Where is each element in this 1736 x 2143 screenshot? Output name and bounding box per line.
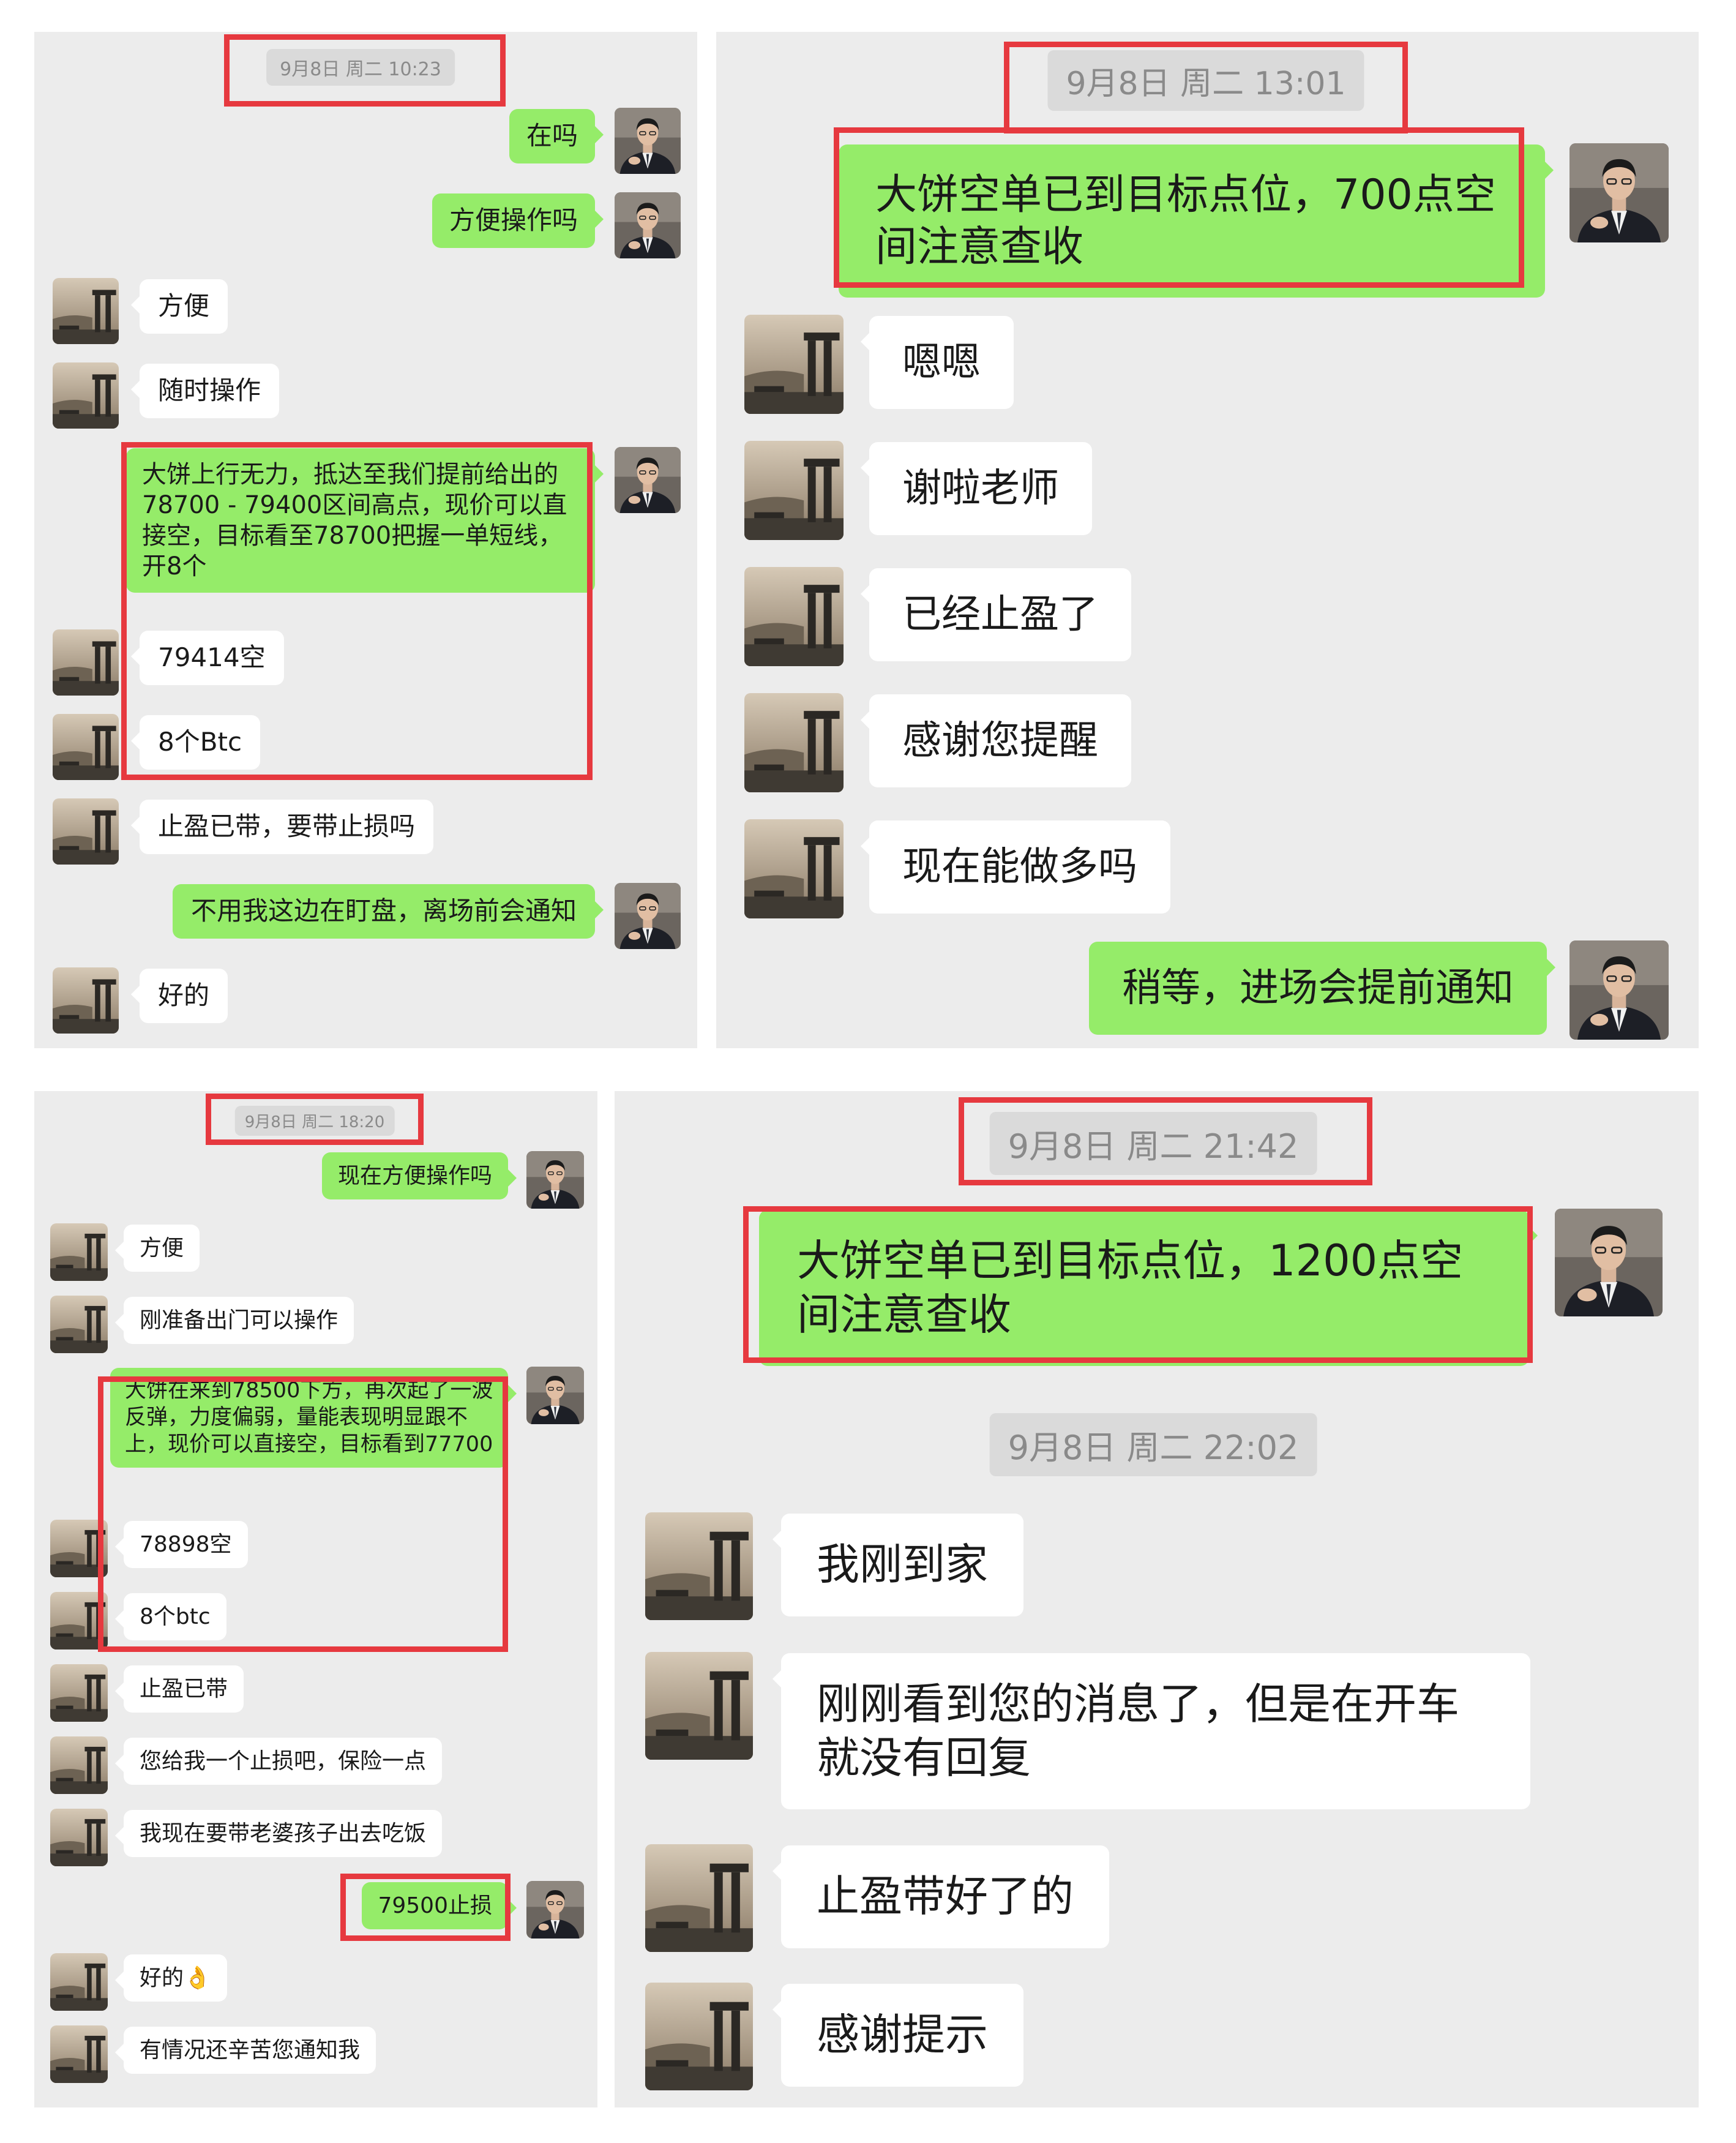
message-bubble[interactable]: 大饼在来到78500下方，再次起了一波反弹，力度偏弱，量能表现明显跟不上，现价可…	[110, 1368, 517, 1468]
message-bubble[interactable]: 方便操作吗	[432, 193, 604, 248]
message-bubble[interactable]: 好的👌	[115, 1954, 227, 2002]
message-bubble[interactable]: 我现在要带老婆孩子出去吃饭	[114, 1810, 443, 1857]
client-avatar[interactable]	[645, 1844, 753, 1952]
client-avatar[interactable]	[744, 693, 844, 792]
message-bubble[interactable]: 大饼空单已到目标点位，1200点空间注意查收	[759, 1210, 1538, 1366]
message-bubble[interactable]: 我刚到家	[773, 1514, 1023, 1616]
message-bubble[interactable]: 8个Btc	[130, 715, 261, 770]
message-bubble[interactable]: 止盈带好了的	[773, 1845, 1109, 1948]
message-bubble[interactable]: 现在方便操作吗	[321, 1152, 517, 1199]
message-bubble[interactable]: 刚准备出门可以操作	[114, 1297, 354, 1344]
message-bubble[interactable]: 好的	[130, 969, 228, 1023]
timestamp: 9月8日 周二 10:23	[266, 49, 455, 86]
client-avatar[interactable]	[645, 1983, 753, 2090]
message-bubble[interactable]: 78898空	[115, 1521, 248, 1568]
teacher-avatar[interactable]	[1570, 143, 1669, 242]
teacher-avatar[interactable]	[526, 1881, 584, 1938]
message-bubble[interactable]: 谢啦老师	[861, 442, 1092, 535]
client-avatar[interactable]	[744, 567, 844, 666]
client-avatar[interactable]	[645, 1652, 753, 1760]
teacher-avatar[interactable]	[615, 447, 681, 513]
message-bubble[interactable]: 在吗	[509, 109, 604, 163]
message-bubble[interactable]: 8个btc	[115, 1593, 226, 1640]
client-avatar[interactable]	[50, 1736, 108, 1794]
teacher-avatar[interactable]	[615, 883, 681, 949]
client-avatar[interactable]	[744, 819, 844, 918]
chat-panel-1: 9月8日 周二 10:23 在吗 方便操作吗 方便 随时操作 大饼上行无力，抵达…	[34, 32, 697, 1048]
client-avatar[interactable]	[50, 1223, 108, 1281]
client-avatar[interactable]	[50, 2025, 108, 2083]
teacher-avatar[interactable]	[615, 192, 681, 258]
timestamp: 9月8日 周二 21:42	[989, 1112, 1317, 1175]
message-bubble[interactable]: 方便	[114, 1225, 200, 1272]
teacher-avatar[interactable]	[1570, 940, 1669, 1040]
client-avatar[interactable]	[50, 1953, 108, 2011]
client-avatar[interactable]	[53, 714, 119, 780]
message-bubble[interactable]: 大饼上行无力，抵达至我们提前给出的 78700 - 79400区间高点，现价可以…	[126, 448, 604, 593]
teacher-avatar[interactable]	[1555, 1209, 1663, 1316]
client-avatar[interactable]	[744, 441, 844, 540]
client-avatar[interactable]	[53, 967, 119, 1034]
timestamp: 9月8日 周二 22:02	[989, 1413, 1317, 1476]
client-avatar[interactable]	[744, 315, 844, 414]
message-bubble[interactable]: 感谢提示	[773, 1984, 1023, 2087]
client-avatar[interactable]	[50, 1520, 108, 1577]
client-avatar[interactable]	[645, 1512, 753, 1620]
client-avatar[interactable]	[53, 278, 119, 344]
client-avatar[interactable]	[50, 1592, 108, 1649]
message-bubble[interactable]: 方便	[130, 279, 228, 334]
timestamp: 9月8日 周二 13:01	[1047, 50, 1364, 111]
teacher-avatar[interactable]	[526, 1151, 584, 1209]
client-avatar[interactable]	[50, 1809, 108, 1866]
timestamp: 9月8日 周二 18:20	[234, 1106, 395, 1136]
client-avatar[interactable]	[53, 362, 119, 429]
chat-panel-4: 9月8日 周二 21:42 大饼空单已到目标点位，1200点空间注意查收 9月8…	[615, 1091, 1699, 2107]
message-bubble[interactable]: 不用我这边在盯盘，离场前会通知	[172, 884, 604, 939]
message-bubble[interactable]: 您给我一个止损吧，保险一点	[114, 1738, 443, 1785]
chat-panel-2: 9月8日 周二 13:01 大饼空单已到目标点位，700点空间注意查收 嗯嗯 谢…	[716, 32, 1699, 1048]
message-bubble[interactable]: 现在能做多吗	[861, 820, 1170, 914]
message-bubble[interactable]: 刚刚看到您的消息了，但是在开车就没有回复	[773, 1653, 1530, 1809]
message-bubble[interactable]: 止盈已带，要带止损吗	[130, 800, 434, 854]
message-bubble[interactable]: 大饼空单已到目标点位，700点空间注意查收	[839, 144, 1554, 298]
client-avatar[interactable]	[53, 629, 119, 696]
teacher-avatar[interactable]	[615, 108, 681, 174]
teacher-avatar[interactable]	[526, 1367, 584, 1424]
message-bubble[interactable]: 嗯嗯	[861, 316, 1014, 409]
client-avatar[interactable]	[53, 798, 119, 865]
message-bubble[interactable]: 止盈已带	[114, 1665, 244, 1713]
client-avatar[interactable]	[50, 1296, 108, 1353]
client-avatar[interactable]	[50, 1664, 108, 1722]
message-bubble[interactable]: 感谢您提醒	[861, 694, 1131, 787]
message-bubble[interactable]: 随时操作	[130, 364, 280, 418]
message-bubble[interactable]: 有情况还辛苦您通知我	[114, 2027, 376, 2074]
message-bubble[interactable]: 稍等，进场会提前通知	[1089, 942, 1555, 1035]
message-bubble[interactable]: 79500止损	[362, 1882, 517, 1929]
message-bubble[interactable]: 已经止盈了	[861, 568, 1131, 661]
chat-panel-3: 9月8日 周二 18:20 现在方便操作吗 方便 刚准备出门可以操作 大饼在来到…	[34, 1091, 597, 2107]
message-bubble[interactable]: 79414空	[131, 631, 284, 685]
